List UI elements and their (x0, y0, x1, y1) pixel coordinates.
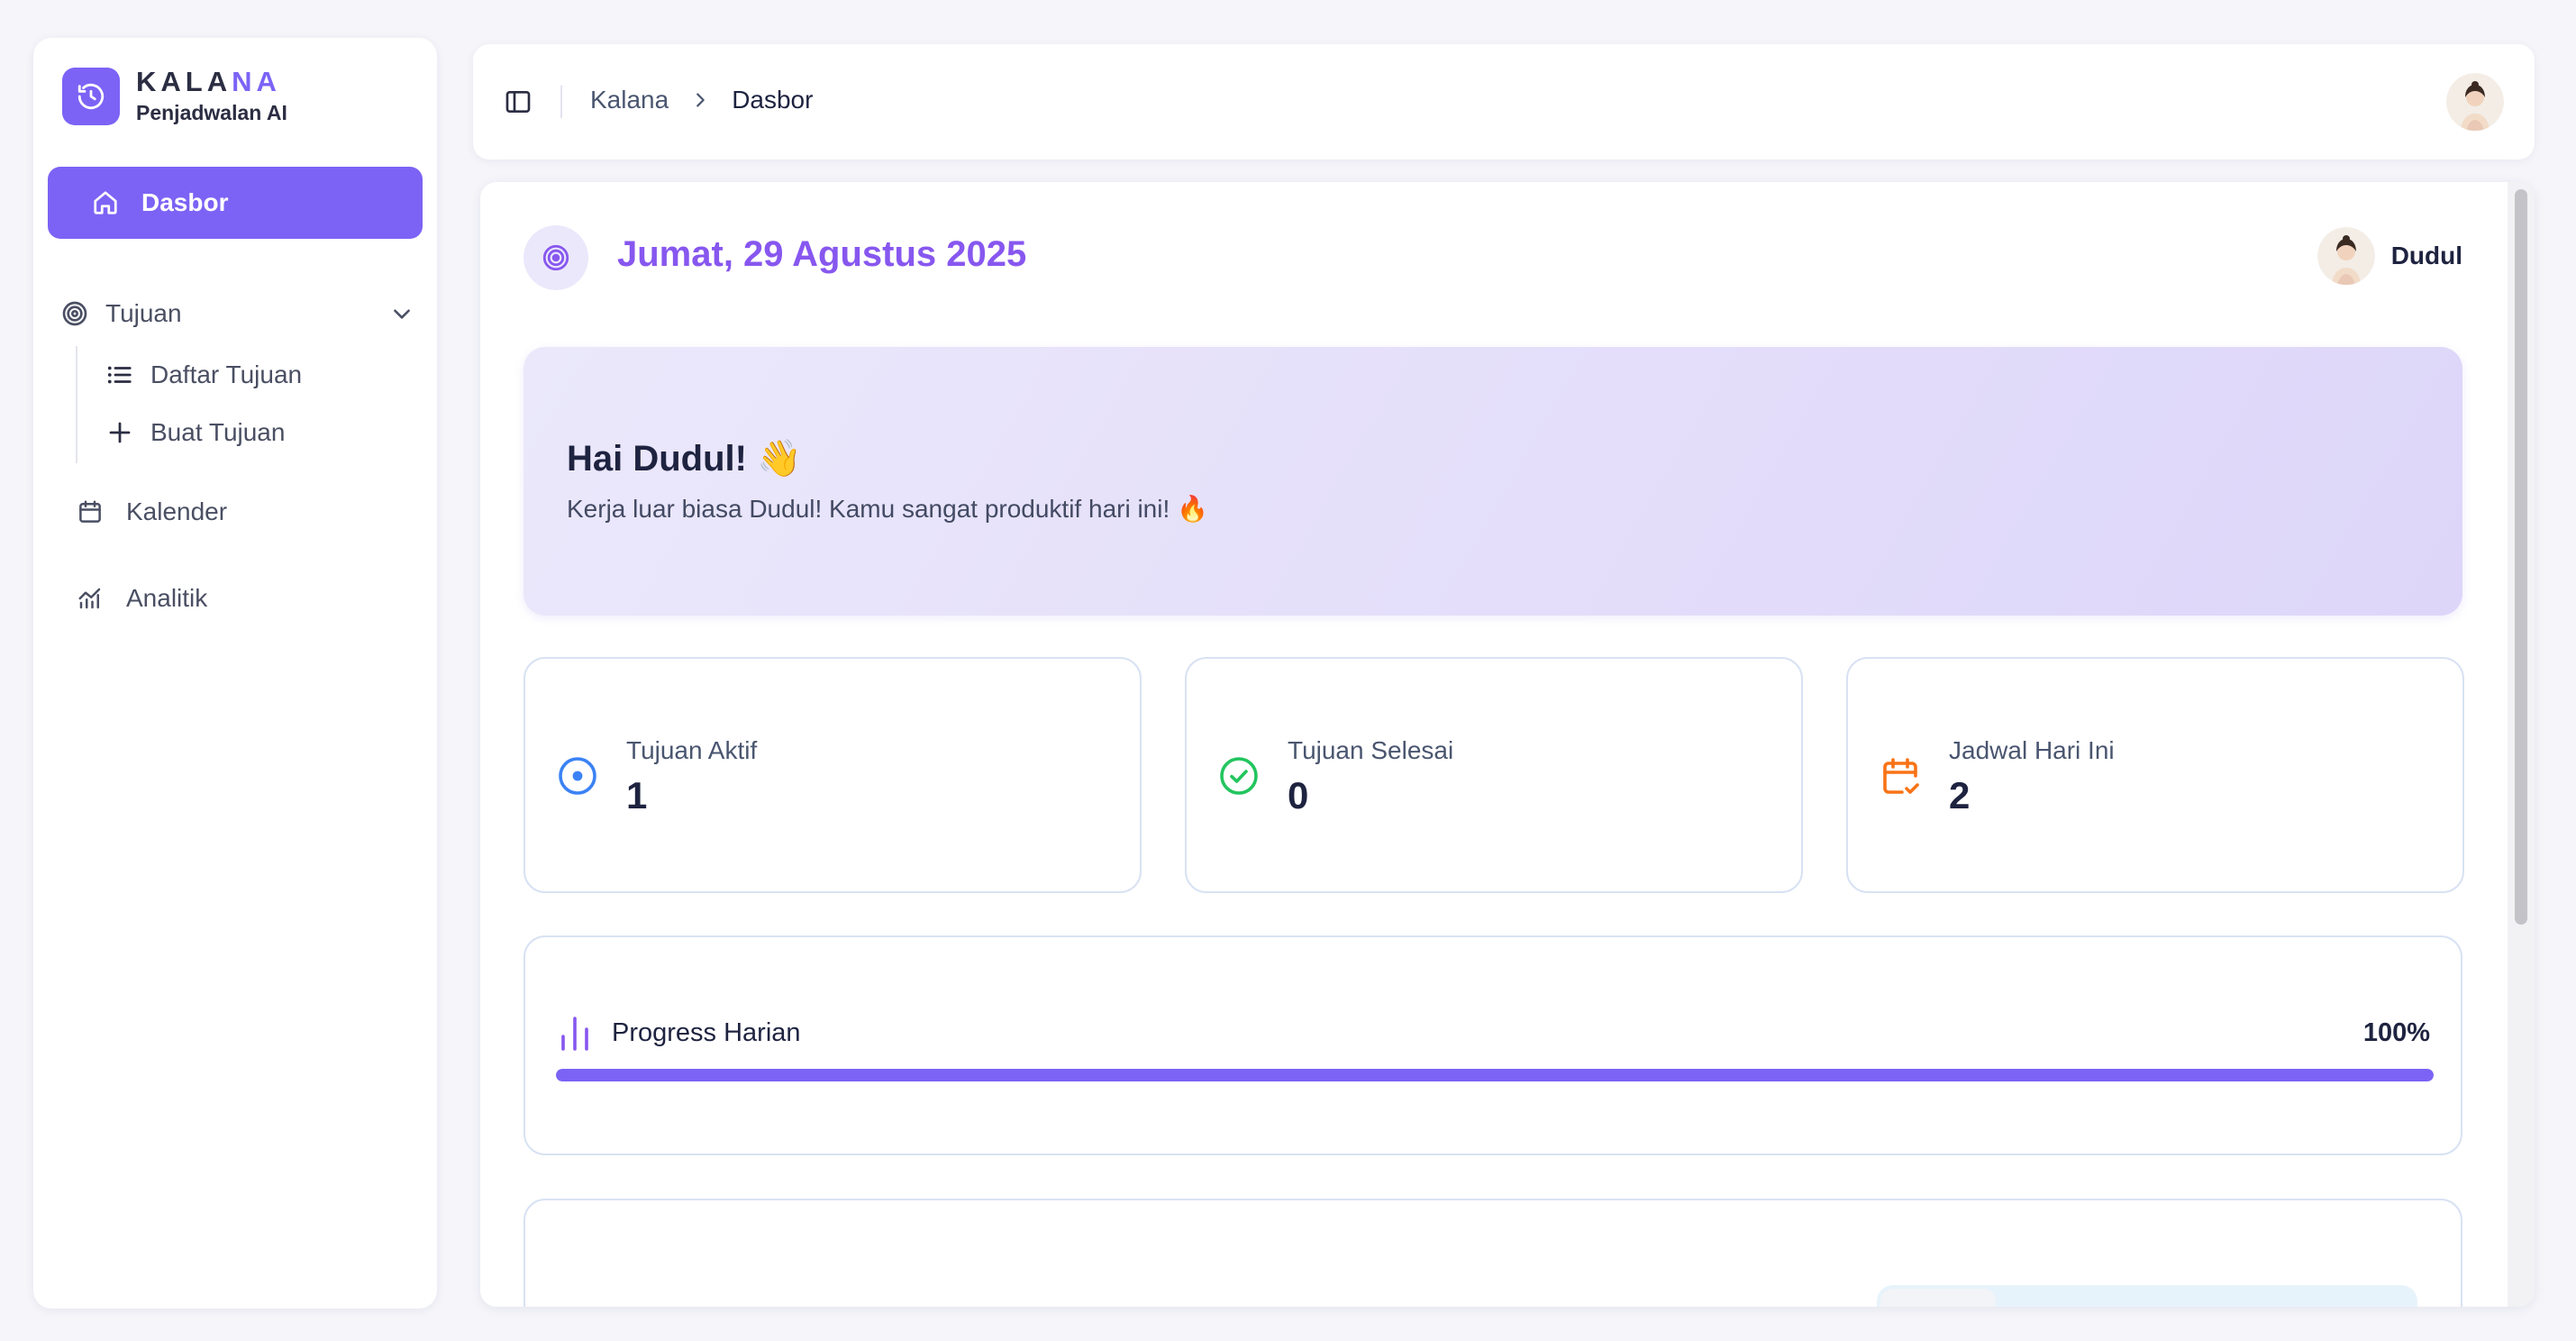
brand[interactable]: KALANA Penjadwalan AI (62, 67, 287, 125)
breadcrumb-item-kalana[interactable]: Kalana (590, 86, 669, 114)
list-icon (105, 360, 134, 389)
sidebar-item-label: Tujuan (105, 299, 182, 327)
daily-progress-card: Progress Harian 100% (523, 935, 2462, 1155)
stat-label: Jadwal Hari Ini (1949, 736, 2115, 764)
stat-value: 0 (1288, 774, 1309, 816)
sidebar-toggle-icon[interactable] (504, 87, 532, 116)
dashboard-panel: Jumat, 29 Agustus 2025 Dudul Hai Dudul! … (480, 182, 2535, 1307)
sidebar-item-label: Buat Tujuan (150, 418, 286, 446)
calendar-check-icon (1879, 754, 1922, 798)
schedule-card (523, 1199, 2462, 1307)
user-chip[interactable]: Dudul (2317, 227, 2462, 285)
sidebar-item-label: Kalender (126, 497, 228, 525)
scrollbar-thumb[interactable] (2515, 189, 2527, 925)
home-icon (91, 188, 120, 217)
bar-chart-icon (560, 1015, 590, 1051)
submenu-divider (76, 346, 77, 463)
stat-card-tujuan-selesai[interactable]: Tujuan Selesai 0 (1185, 657, 1803, 893)
progress-label: Progress Harian (612, 1018, 801, 1047)
sidebar-item-tujuan[interactable]: Tujuan (60, 299, 414, 328)
topbar-divider (560, 86, 562, 118)
sidebar-item-buat-tujuan[interactable]: Buat Tujuan (105, 418, 285, 447)
sidebar-item-daftar-tujuan[interactable]: Daftar Tujuan (105, 360, 302, 389)
sidebar-item-label: Analitik (126, 584, 208, 612)
target-dot-icon (556, 754, 599, 798)
sidebar-item-analitik[interactable]: Analitik (76, 584, 207, 613)
greeting-subtitle: Kerja luar biasa Dudul! Kamu sangat prod… (567, 495, 1208, 523)
greeting-title: Hai Dudul! 👋 (567, 439, 802, 479)
chevron-down-icon[interactable] (390, 302, 414, 325)
stat-label: Tujuan Selesai (1288, 736, 1454, 764)
calendar-icon (76, 497, 105, 526)
breadcrumb-item-dasbor: Dasbor (732, 86, 814, 114)
topbar: Kalana Dasbor (473, 44, 2535, 160)
sidebar-item-label: Daftar Tujuan (150, 360, 303, 388)
chevron-right-icon (690, 90, 710, 110)
user-name: Dudul (2390, 242, 2462, 269)
stat-label: Tujuan Aktif (626, 736, 758, 764)
sidebar-item-kalender[interactable]: Kalender (76, 497, 227, 526)
plus-icon (105, 418, 134, 447)
breadcrumb: Kalana Dasbor (590, 86, 813, 114)
schedule-tab[interactable] (1880, 1289, 1996, 1307)
brand-name: KALANA (136, 66, 281, 97)
avatar (2317, 227, 2375, 285)
check-circle-icon (1217, 754, 1261, 798)
progress-bar (556, 1069, 2434, 1081)
chart-icon (76, 584, 105, 613)
target-badge-icon (523, 225, 588, 290)
clock-history-icon (62, 67, 120, 125)
sidebar-item-dasbor[interactable]: Dasbor (48, 167, 423, 239)
sidebar: KALANA Penjadwalan AI Dasbor Tujuan Daft… (33, 38, 437, 1309)
greeting-banner: Hai Dudul! 👋 Kerja luar biasa Dudul! Kam… (523, 347, 2462, 616)
stat-card-jadwal-hari-ini[interactable]: Jadwal Hari Ini 2 (1846, 657, 2464, 893)
target-icon (60, 299, 89, 328)
stat-card-tujuan-aktif[interactable]: Tujuan Aktif 1 (523, 657, 1142, 893)
avatar[interactable] (2446, 73, 2504, 131)
sidebar-item-label: Dasbor (141, 188, 229, 216)
page-title: Jumat, 29 Agustus 2025 (617, 234, 1027, 274)
progress-percent: 100% (2362, 1018, 2430, 1047)
scrollbar[interactable] (2508, 182, 2535, 1307)
stat-value: 2 (1949, 774, 1971, 816)
progress-bar-fill (556, 1069, 2434, 1081)
stat-value: 1 (626, 774, 648, 816)
brand-subtitle: Penjadwalan AI (136, 101, 287, 124)
